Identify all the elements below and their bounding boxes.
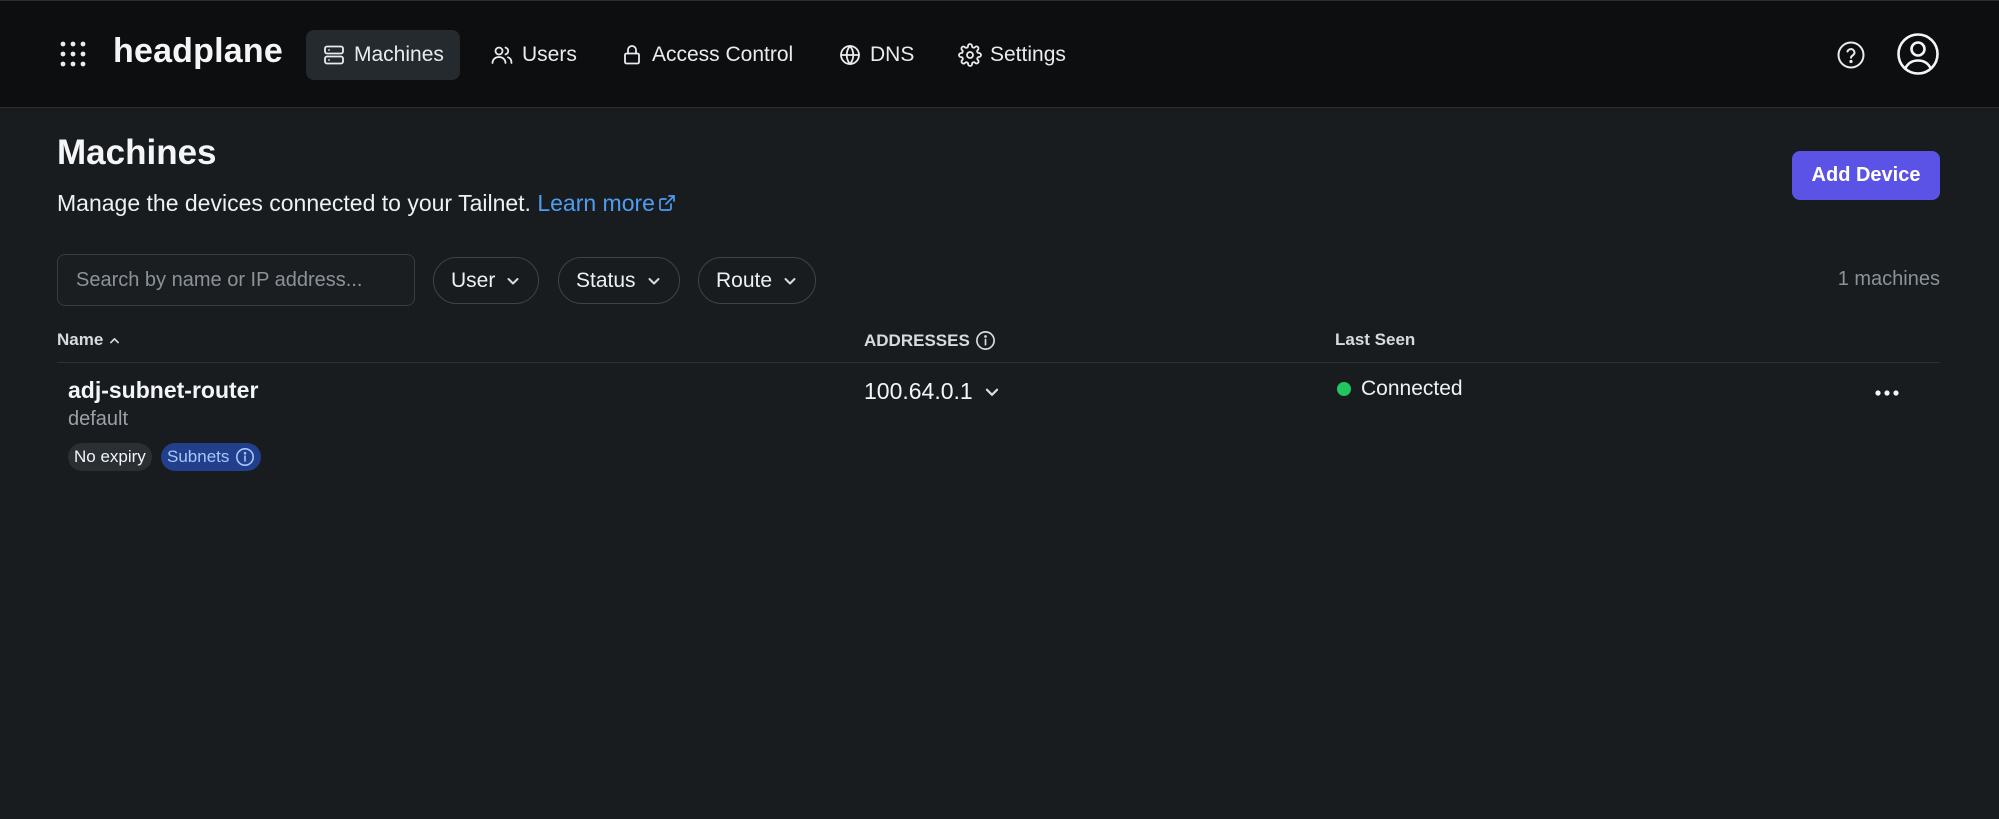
addresses-header-label: ADDRESSES xyxy=(864,330,970,350)
no-expiry-badge: No expiry xyxy=(68,443,152,471)
route-filter-dropdown[interactable]: Route xyxy=(698,257,817,304)
server-icon xyxy=(324,45,344,65)
name-header-label: Name xyxy=(57,330,104,349)
search-input[interactable] xyxy=(57,254,415,306)
status-dot-icon xyxy=(1337,382,1351,396)
nav-machines-label: Machines xyxy=(354,43,444,66)
machine-count: 1 machines xyxy=(1837,268,1940,290)
globe-icon xyxy=(840,45,860,65)
learn-more-label: Learn more xyxy=(537,190,655,216)
chevron-down-icon xyxy=(648,277,660,284)
last-seen-column-header: Last Seen xyxy=(1335,330,1416,349)
top-navigation-bar: headplane Machines Users Access Control … xyxy=(0,0,1999,108)
external-link-icon xyxy=(659,195,675,211)
nav-dns-label: DNS xyxy=(870,43,915,66)
gear-icon xyxy=(958,43,982,67)
chevron-down-icon xyxy=(507,277,519,284)
nav-access-control-label: Access Control xyxy=(652,43,794,66)
nav-users-label: Users xyxy=(522,43,577,66)
subtitle-text: Manage the devices connected to your Tai… xyxy=(57,190,531,216)
name-column-header[interactable]: Name xyxy=(57,330,121,350)
status-filter-dropdown[interactable]: Status xyxy=(558,257,680,304)
more-options-icon[interactable] xyxy=(1872,378,1902,408)
status-label: Connected xyxy=(1361,377,1463,400)
subnets-label: Subnets xyxy=(167,447,230,466)
grid-logo-icon xyxy=(60,41,86,67)
address-value: 100.64.0.1 xyxy=(864,378,973,404)
no-expiry-label: No expiry xyxy=(74,447,146,466)
machine-name[interactable]: adj-subnet-router xyxy=(68,377,258,404)
nav-dns[interactable]: DNS xyxy=(822,30,930,80)
connection-status: Connected xyxy=(1337,377,1463,401)
info-icon[interactable] xyxy=(975,330,996,351)
help-icon[interactable] xyxy=(1836,40,1866,70)
status-filter-label: Status xyxy=(576,268,636,292)
add-device-button[interactable]: Add Device xyxy=(1792,151,1940,200)
nav-users[interactable]: Users xyxy=(474,30,593,80)
info-icon xyxy=(236,448,255,466)
users-icon xyxy=(491,46,513,64)
page-title: Machines xyxy=(57,133,217,172)
machine-user: default xyxy=(68,408,129,430)
user-filter-label: User xyxy=(451,268,496,292)
address-dropdown[interactable]: 100.64.0.1 xyxy=(864,378,1001,405)
learn-more-link[interactable]: Learn more xyxy=(537,190,676,216)
brand-name[interactable]: headplane xyxy=(113,32,283,71)
chevron-down-icon xyxy=(985,388,998,396)
nav-settings-label: Settings xyxy=(990,43,1066,66)
lock-icon xyxy=(624,45,640,65)
nav-machines[interactable]: Machines xyxy=(306,30,460,80)
user-avatar-icon[interactable] xyxy=(1896,32,1940,76)
user-filter-dropdown[interactable]: User xyxy=(433,257,540,304)
route-filter-label: Route xyxy=(716,268,773,292)
chevron-down-icon xyxy=(784,277,796,284)
chevron-up-icon xyxy=(110,337,120,343)
subnets-badge[interactable]: Subnets xyxy=(161,443,262,471)
addresses-column-header: ADDRESSES xyxy=(864,330,996,351)
table-divider xyxy=(57,362,1940,363)
nav-access-control[interactable]: Access Control xyxy=(604,30,809,80)
page-subtitle: Manage the devices connected to your Tai… xyxy=(57,190,676,217)
nav-settings[interactable]: Settings xyxy=(942,30,1082,80)
